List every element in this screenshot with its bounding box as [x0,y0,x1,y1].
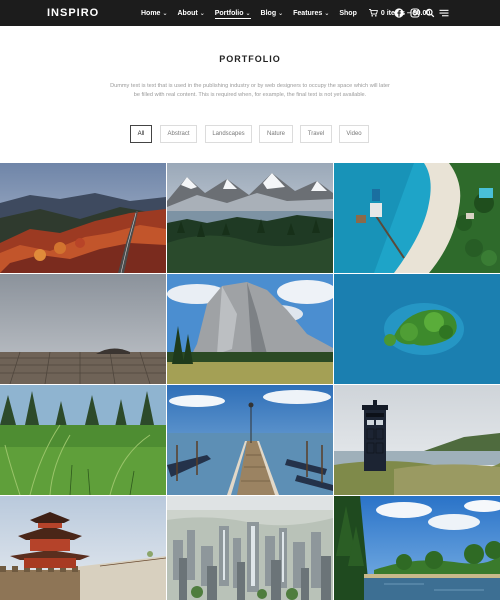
filter-nature[interactable]: Nature [259,125,293,143]
nav-item-label: Shop [339,9,357,17]
portfolio-item-police-box[interactable] [334,385,500,495]
portfolio-item-pagoda[interactable] [0,496,166,600]
portfolio-grid [0,163,500,600]
top-nav-bar: INSPIRO Home ⌄ About ⌄ Portfolio ⌄ Blog ⌄ Fe… [0,0,500,26]
chevron-down-icon: ⌄ [199,10,205,17]
portfolio-item-autumn-mountains[interactable] [0,163,166,273]
facebook-icon[interactable] [394,8,404,18]
nav-item-label: Features [293,9,323,17]
portfolio-item-foggy-pier[interactable] [0,274,166,384]
filter-travel[interactable]: Travel [300,125,332,143]
nav-item-home[interactable]: Home ⌄ [141,0,167,26]
filter-label: Travel [307,131,325,137]
instagram-icon[interactable] [410,8,420,18]
cart-icon [368,9,378,17]
portfolio-item-aerial-beach[interactable] [334,163,500,273]
chevron-down-icon: ⌄ [162,10,168,17]
filter-label: All [137,131,145,137]
page-title: PORTFOLIO [219,54,281,64]
chevron-down-icon: ⌄ [245,10,251,17]
filter-landscapes[interactable]: Landscapes [205,125,252,143]
portfolio-item-city-aerial[interactable] [167,496,333,600]
portfolio-item-granite-cliff[interactable] [167,274,333,384]
page-description: Dummy text is text that is used in the p… [110,83,390,98]
portfolio-item-snowy-mountains[interactable] [167,163,333,273]
portfolio-item-forest-river[interactable] [334,496,500,600]
nav-item-portfolio[interactable]: Portfolio ⌄ [214,0,251,26]
filter-label: Video [346,131,362,137]
nav-item-blog[interactable]: Blog ⌄ [261,0,284,26]
chevron-down-icon: ⌄ [278,10,284,17]
search-icon[interactable] [425,8,435,18]
nav-item-label: About [177,9,198,17]
menu-icon[interactable] [439,8,449,18]
site-logo[interactable]: INSPIRO [47,7,99,19]
nav-item-shop[interactable]: Shop [339,0,357,26]
filter-label: Abstract [167,131,190,137]
portfolio-filters: All Abstract Landscapes Nature Travel Vi… [0,125,500,143]
nav-item-label: Home [141,9,161,17]
filter-abstract[interactable]: Abstract [160,125,197,143]
nav-item-label: Portfolio [214,9,244,17]
nav-item-features[interactable]: Features ⌄ [293,0,329,26]
filter-label: Landscapes [212,131,245,137]
main-nav: Home ⌄ About ⌄ Portfolio ⌄ Blog ⌄ Features ⌄ … [141,0,430,26]
filter-label: Nature [266,131,285,137]
portfolio-item-venice-dock[interactable] [167,385,333,495]
cart-summary: 0 items – $0.00 [380,9,431,17]
portfolio-item-grass-closeup[interactable] [0,385,166,495]
filter-all[interactable]: All [130,125,152,143]
nav-item-label: Blog [260,9,277,17]
filter-video[interactable]: Video [339,125,369,143]
portfolio-item-aerial-island[interactable] [334,274,500,384]
nav-item-about[interactable]: About ⌄ [177,0,204,26]
chevron-down-icon: ⌄ [324,10,330,17]
